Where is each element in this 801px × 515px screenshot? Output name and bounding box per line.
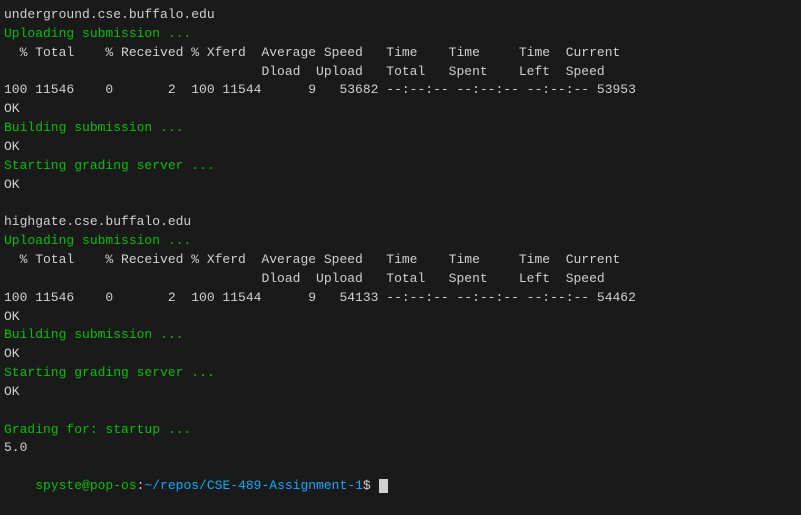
line-8: OK — [4, 138, 797, 157]
line-12: highgate.cse.buffalo.edu — [4, 213, 797, 232]
prompt-user: spyste — [35, 478, 82, 493]
line-3: % Total % Received % Xferd Average Speed… — [4, 44, 797, 63]
line-14: % Total % Received % Xferd Average Speed… — [4, 251, 797, 270]
line-22 — [4, 402, 797, 421]
line-2: Uploading submission ... — [4, 25, 797, 44]
prompt-at: @pop-os — [82, 478, 137, 493]
line-15: Dload Upload Total Spent Left Speed — [4, 270, 797, 289]
line-10: OK — [4, 176, 797, 195]
cursor — [379, 479, 388, 493]
line-24: 5.0 — [4, 439, 797, 458]
line-11 — [4, 194, 797, 213]
prompt-line[interactable]: spyste@pop-os:~/repos/CSE-489-Assignment… — [4, 458, 797, 515]
line-16: 100 11546 0 2 100 11544 9 54133 --:--:--… — [4, 289, 797, 308]
line-17: OK — [4, 308, 797, 327]
line-1: underground.cse.buffalo.edu — [4, 6, 797, 25]
terminal: underground.cse.buffalo.edu Uploading su… — [0, 0, 801, 512]
line-5: 100 11546 0 2 100 11544 9 53682 --:--:--… — [4, 81, 797, 100]
prompt-dollar: $ — [363, 478, 379, 493]
line-6: OK — [4, 100, 797, 119]
line-19: OK — [4, 345, 797, 364]
line-18: Building submission ... — [4, 326, 797, 345]
line-7: Building submission ... — [4, 119, 797, 138]
line-23: Grading for: startup ... — [4, 421, 797, 440]
line-20: Starting grading server ... — [4, 364, 797, 383]
line-13: Uploading submission ... — [4, 232, 797, 251]
line-4: Dload Upload Total Spent Left Speed — [4, 63, 797, 82]
prompt-path: ~/repos/CSE-489-Assignment-1 — [144, 478, 362, 493]
line-9: Starting grading server ... — [4, 157, 797, 176]
line-21: OK — [4, 383, 797, 402]
